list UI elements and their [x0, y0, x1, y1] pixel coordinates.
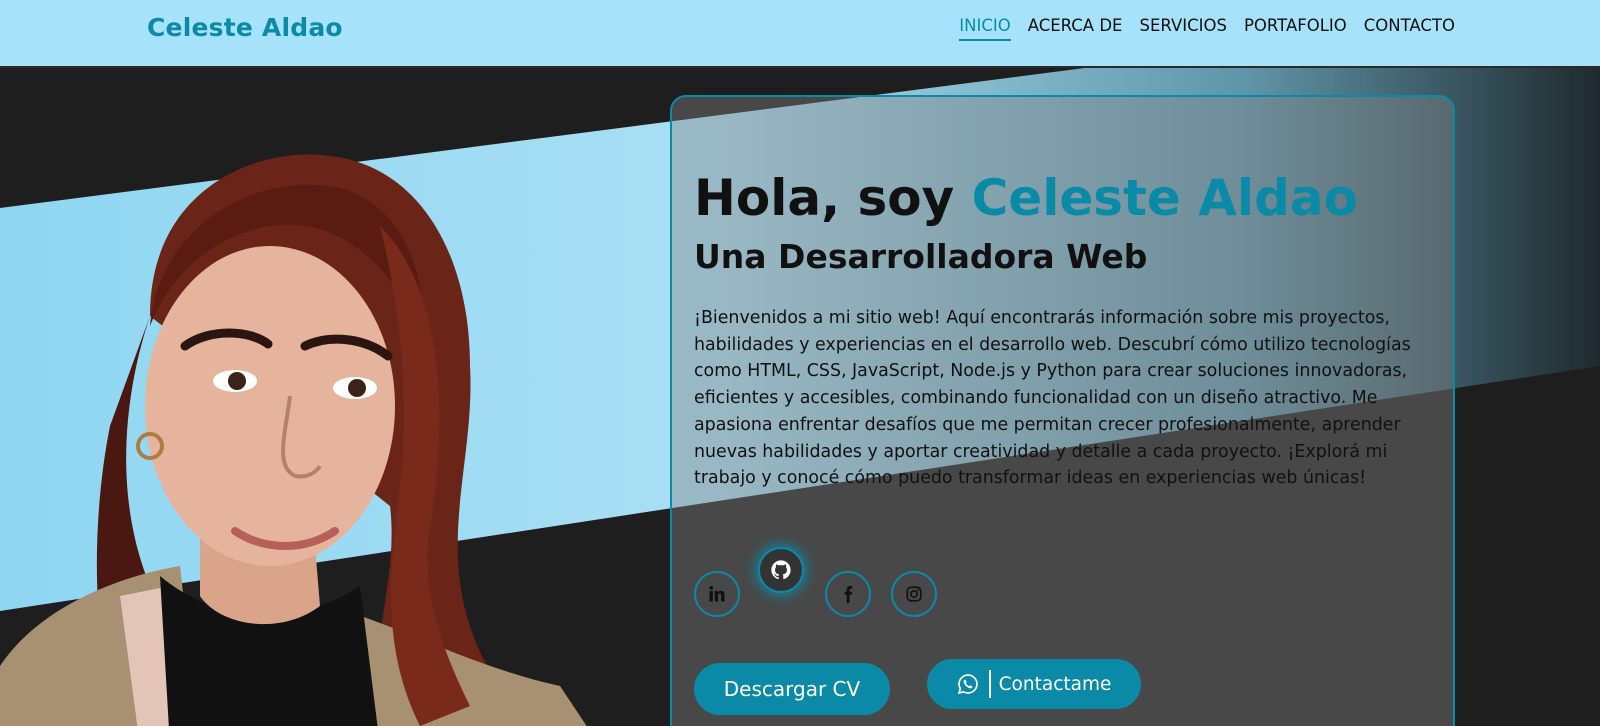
greeting-text: Hola, soy — [694, 169, 972, 227]
contact-button[interactable]: Contactame — [927, 659, 1141, 709]
facebook-link[interactable] — [825, 571, 871, 617]
brand-logo[interactable]: Celeste Aldao — [147, 13, 343, 42]
site-header: Celeste Aldao INICIO ACERCA DE SERVICIOS… — [0, 0, 1600, 66]
github-icon — [771, 560, 791, 580]
instagram-link[interactable] — [891, 571, 937, 617]
hero-name: Celeste Aldao — [971, 169, 1358, 227]
instagram-icon — [906, 586, 922, 602]
whatsapp-icon — [957, 674, 978, 695]
facebook-icon — [844, 585, 853, 603]
nav-item-servicios[interactable]: SERVICIOS — [1139, 16, 1226, 41]
nav-item-portafolio[interactable]: PORTAFOLIO — [1244, 16, 1347, 41]
hero-subtitle: Una Desarrolladora Web — [694, 237, 1148, 276]
nav-item-contacto[interactable]: CONTACTO — [1364, 16, 1455, 41]
linkedin-link[interactable] — [694, 571, 740, 617]
nav-item-inicio[interactable]: INICIO — [959, 16, 1011, 41]
button-divider — [988, 670, 991, 698]
nav-item-acerca-de[interactable]: ACERCA DE — [1028, 16, 1123, 41]
hero-section: Hola, soy Celeste Aldao Una Desarrollado… — [0, 66, 1600, 726]
intro-card: Hola, soy Celeste Aldao Una Desarrollado… — [670, 95, 1455, 726]
hero-heading: Hola, soy Celeste Aldao — [694, 169, 1358, 227]
social-links — [694, 547, 954, 617]
github-link[interactable] — [758, 547, 804, 593]
main-nav: INICIO ACERCA DE SERVICIOS PORTAFOLIO CO… — [959, 16, 1455, 41]
linkedin-icon — [709, 585, 725, 602]
contact-button-label: Contactame — [998, 673, 1112, 695]
download-cv-button[interactable]: Descargar CV — [694, 663, 890, 715]
profile-photo — [0, 154, 587, 726]
intro-paragraph: ¡Bienvenidos a mi sitio web! Aquí encont… — [694, 308, 1411, 489]
